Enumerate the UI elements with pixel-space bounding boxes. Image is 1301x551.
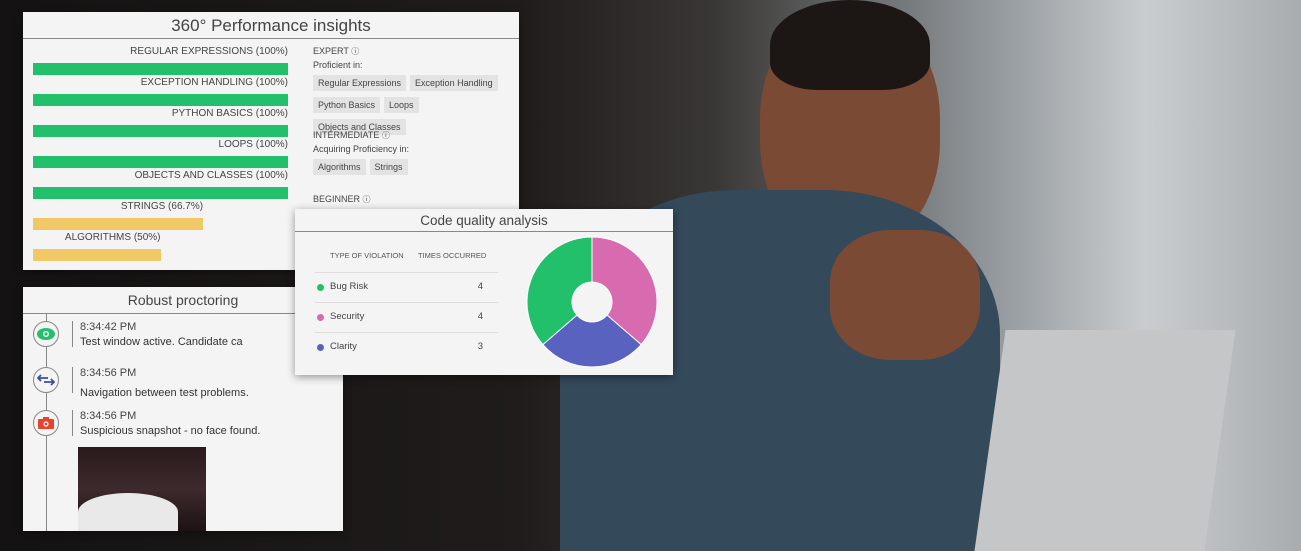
legend-dot — [317, 344, 324, 351]
laptop — [974, 330, 1236, 551]
violation-count: 3 — [477, 341, 483, 352]
skill-label: LOOPS (100%) — [218, 139, 288, 150]
event-time: 8:34:56 PM — [80, 367, 137, 379]
level-caption: Proficient in: — [313, 60, 363, 70]
violation-count: 4 — [477, 311, 483, 322]
event-time: 8:34:42 PM — [80, 321, 137, 333]
skill-tag: Loops — [384, 97, 419, 113]
person-hair — [770, 0, 930, 90]
event-bracket — [72, 321, 73, 347]
skill-bar — [33, 187, 288, 199]
skill-label: OBJECTS AND CLASSES (100%) — [134, 170, 288, 181]
skill-label: EXCEPTION HANDLING (100%) — [140, 77, 288, 88]
skill-tag: Strings — [369, 159, 408, 175]
info-icon[interactable]: ⓘ — [351, 47, 359, 56]
skill-label: ALGORITHMS (50%) — [64, 232, 161, 243]
eye-icon — [33, 321, 59, 347]
camera-icon — [33, 410, 59, 436]
skill-bar — [33, 94, 288, 106]
level-caption: Acquiring Proficiency in: — [313, 144, 410, 154]
legend-dot — [317, 314, 324, 321]
info-icon[interactable]: ⓘ — [382, 131, 390, 140]
snapshot-image[interactable] — [78, 447, 206, 531]
violation-name: Bug Risk — [330, 281, 369, 292]
performance-title: 360° Performance insights — [23, 12, 519, 39]
event-text: Test window active. Candidate ca — [80, 336, 243, 348]
violation-name: Security — [330, 311, 365, 322]
event-time: 8:34:56 PM — [80, 410, 137, 422]
skill-bar — [33, 156, 288, 168]
skill-bar — [33, 63, 288, 75]
level-name: BEGINNER ⓘ — [313, 194, 371, 204]
violation-count: 4 — [477, 281, 483, 292]
legend-dot — [317, 284, 324, 291]
level-name: EXPERT ⓘ — [313, 46, 360, 56]
skill-tag: Regular Expressions — [313, 75, 407, 91]
info-icon[interactable]: ⓘ — [363, 195, 371, 204]
arrows-swap-icon — [33, 367, 59, 393]
code-quality-title: Code quality analysis — [295, 209, 673, 232]
skill-label: REGULAR EXPRESSIONS (100%) — [130, 46, 288, 57]
skill-label: PYTHON BASICS (100%) — [171, 108, 288, 119]
violation-row: Bug Risk 4 — [315, 272, 498, 302]
skill-tag: Python Basics — [313, 97, 381, 113]
violation-name: Clarity — [330, 341, 357, 352]
event-text: Navigation between test problems. — [80, 387, 249, 399]
violation-row: Security 4 — [315, 302, 498, 332]
skill-tag: Algorithms — [313, 159, 366, 175]
skill-tag: Exception Handling — [410, 75, 498, 91]
event-bracket — [72, 367, 73, 393]
skill-bar — [33, 218, 204, 230]
snapshot-shirt — [78, 493, 178, 531]
skill-bar — [33, 125, 288, 137]
code-quality-card: Code quality analysis TYPE OF VIOLATION … — [295, 209, 673, 375]
violation-row: Clarity 3 — [315, 332, 498, 362]
person-hands — [830, 230, 980, 360]
event-bracket — [72, 410, 73, 436]
event-text: Suspicious snapshot - no face found. — [80, 425, 261, 437]
violation-donut-chart — [526, 236, 658, 368]
skill-bar — [33, 249, 161, 261]
skill-label: STRINGS (66.7%) — [120, 201, 204, 212]
col-header-times: TIMES OCCURRED — [418, 251, 487, 260]
col-header-type: TYPE OF VIOLATION — [330, 251, 404, 260]
level-name: INTERMEDIATE ⓘ — [313, 130, 390, 140]
